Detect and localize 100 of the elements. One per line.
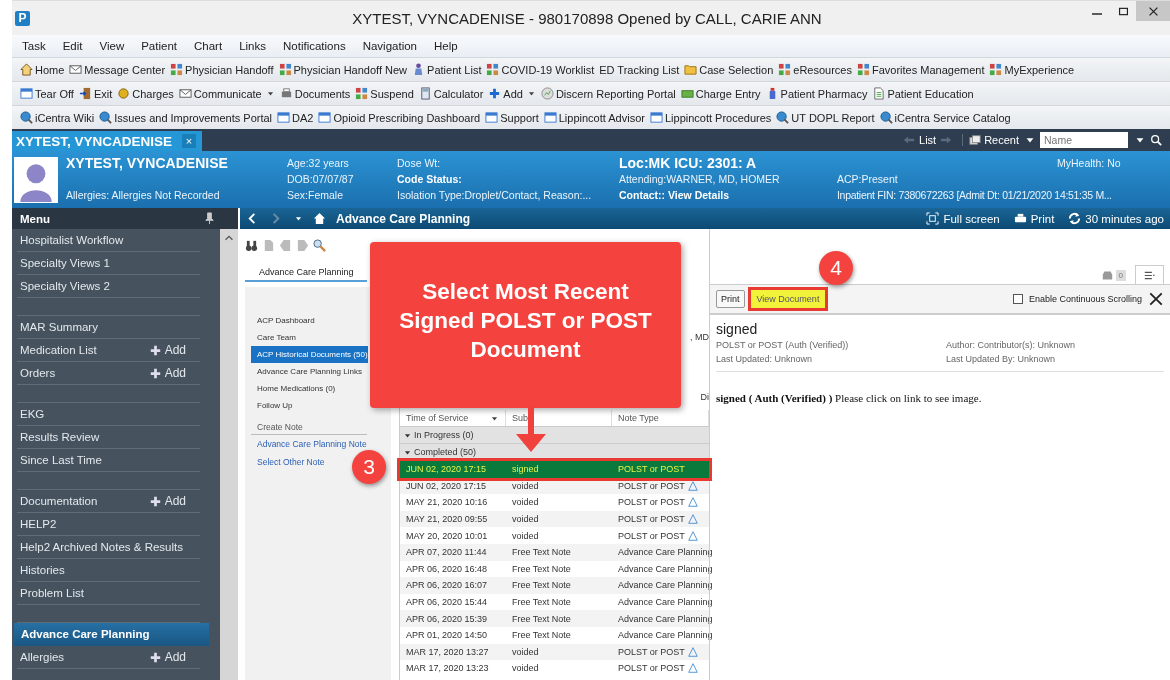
toolbar-button[interactable]: eResources — [778, 63, 852, 76]
add-button[interactable]: Add — [149, 494, 186, 508]
add-button[interactable]: Add — [149, 366, 186, 380]
toolbar-button[interactable]: Tear Off — [20, 87, 74, 100]
navigation-link[interactable]: ACP Dashboard — [251, 312, 315, 329]
column-header[interactable]: Time of Service — [400, 410, 506, 426]
contact-link[interactable]: Contact:: View Details — [619, 187, 837, 203]
scrollbar[interactable] — [220, 229, 238, 680]
toolbar-button[interactable]: DA2 — [277, 111, 314, 124]
menu-item[interactable]: Notifications — [283, 40, 346, 52]
view-document-button[interactable]: View Document — [750, 290, 826, 308]
toolbar-button[interactable]: Calculator — [418, 87, 484, 100]
menu-item[interactable]: MAR Summary — [17, 316, 200, 339]
toolbar-button[interactable]: MyExperience — [989, 63, 1075, 76]
inbox-tab[interactable]: 0 — [1098, 266, 1129, 284]
menu-item[interactable]: Edit — [62, 40, 83, 52]
toolbar-button[interactable]: Documents — [279, 87, 351, 100]
toolbar-button[interactable]: Patient Pharmacy — [765, 87, 868, 100]
toolbar-button[interactable]: Communicate — [178, 87, 275, 100]
table-cell-text: signed — [511, 464, 540, 475]
toolbar-button[interactable]: Patient List — [412, 63, 482, 76]
toolbar-button[interactable]: Lippincott Procedures — [649, 111, 772, 124]
toolbar-button[interactable]: Patient Education — [872, 87, 974, 100]
toolbar-button[interactable]: Suspend — [355, 87, 414, 100]
toolbar-button[interactable]: Issues and Improvements Portal — [99, 111, 273, 124]
tool-button[interactable] — [313, 237, 326, 253]
close-tab-button[interactable]: × — [182, 134, 197, 148]
patient-tab[interactable]: XYTEST, VYNCADENISE × — [12, 131, 203, 151]
checkbox[interactable] — [1012, 294, 1023, 304]
menu-item[interactable]: HELP2 — [17, 513, 200, 536]
menu-item[interactable]: Specialty Views 1 — [17, 252, 200, 275]
header-action-button[interactable]: Print — [1013, 212, 1055, 225]
menu-item[interactable]: Chart — [194, 40, 223, 52]
navigation-link[interactable]: Care Team — [251, 329, 296, 346]
menu-item[interactable]: Results Review — [17, 426, 200, 449]
pin-icon — [203, 212, 216, 225]
menu-item[interactable]: Advance Care Planning — [14, 623, 209, 646]
create-note-link[interactable]: Select Other Note — [251, 453, 325, 471]
printer-icon — [1013, 212, 1027, 225]
window-icon — [649, 111, 663, 124]
header-action-button[interactable]: Full screen — [926, 212, 1000, 225]
menu-item[interactable]: Orders Add — [17, 362, 200, 385]
add-button[interactable]: Add — [149, 650, 186, 664]
grid-icon — [778, 63, 792, 76]
menu-item[interactable]: Documentation Add — [17, 490, 200, 513]
menu-item[interactable]: Problem List — [17, 582, 200, 605]
menu-item[interactable]: Medication List Add — [17, 339, 200, 362]
toolbar-button[interactable]: Charge Entry — [680, 87, 761, 100]
menu-item[interactable]: Task — [22, 40, 46, 52]
toolbar-button[interactable]: Opioid Prescribing Dashboard — [318, 111, 481, 124]
group-row[interactable]: In Progress (0) — [400, 427, 709, 444]
toolbar-button[interactable]: iCentra Service Catalog — [879, 111, 1011, 124]
toolbar-button[interactable]: COVID-19 Worklist — [486, 63, 595, 76]
column-header[interactable]: Note Type — [612, 410, 709, 426]
toolbar-button[interactable]: Exit — [78, 87, 113, 100]
home-button[interactable] — [313, 212, 326, 225]
toolbar-button[interactable]: Support — [485, 111, 539, 124]
toolbar-button[interactable]: Add — [488, 87, 536, 100]
header-action-button[interactable]: 30 minutes ago — [1068, 212, 1164, 225]
list-link[interactable]: List — [919, 134, 937, 146]
navigation-link[interactable]: Advance Care Planning Links — [251, 363, 362, 380]
toolbar-button[interactable]: ED Tracking List — [599, 63, 680, 76]
toolbar-button[interactable]: Favorites Management — [857, 63, 985, 76]
toolbar-button[interactable]: Lippincott Advisor — [543, 111, 645, 124]
navigation-link[interactable]: Follow Up — [251, 397, 293, 414]
menu-item[interactable]: Navigation — [362, 40, 417, 52]
toolbar-button[interactable]: Physician Handoff — [170, 63, 274, 76]
create-note-link[interactable]: Advance Care Planning Note — [251, 435, 367, 453]
menu-item[interactable]: Help — [434, 40, 458, 52]
table-row[interactable]: JUN 02, 2020 17:15 signed POLST or POST — [400, 461, 709, 478]
toolbar-button[interactable]: Physician Handoff New — [278, 63, 408, 76]
menu-item[interactable]: Specialty Views 2 — [17, 275, 200, 298]
toolbar-button[interactable]: UT DOPL Report — [776, 111, 875, 124]
toolbar-button[interactable]: Message Center — [69, 63, 166, 76]
menu-item[interactable]: Allergies Add — [17, 646, 200, 669]
menu-item[interactable]: Patient — [141, 40, 177, 52]
toolbar-button[interactable]: Discern Reporting Portal — [540, 87, 676, 100]
menu-item[interactable]: Hospitalist Workflow — [17, 229, 200, 252]
navigation-link[interactable]: ACP Historical Documents (50) — [251, 346, 368, 363]
print-button[interactable]: Print — [716, 290, 745, 308]
menu-item[interactable]: EKG — [17, 403, 200, 426]
toolbar-button[interactable]: Charges — [117, 87, 174, 100]
menu-item[interactable]: Histories — [17, 559, 200, 582]
navigation-link[interactable]: Home Medications (0) — [251, 380, 336, 397]
menu-item[interactable]: Since Last Time — [17, 449, 200, 472]
menu-item[interactable]: Links — [239, 40, 266, 52]
toolbar-button[interactable]: iCentra Wiki — [20, 111, 95, 124]
recent-button[interactable]: Recent — [962, 134, 1036, 146]
toolbar-button[interactable]: Home — [20, 63, 65, 76]
add-button[interactable]: Add — [149, 343, 186, 357]
calculator-icon — [418, 87, 432, 100]
menu-item[interactable]: Help2 Archived Notes & Results — [17, 536, 200, 559]
list-toolbar-button[interactable]: Di — [700, 392, 709, 402]
table-cell: POLST or POST — [618, 514, 685, 525]
toolbar-button[interactable]: Case Selection — [684, 63, 774, 76]
close-button[interactable] — [1148, 291, 1164, 307]
menu-tab[interactable] — [1135, 265, 1164, 284]
section-tab[interactable]: Advance Care Planning — [245, 267, 367, 282]
name-search-field[interactable]: Name — [1040, 132, 1128, 148]
menu-item[interactable]: View — [99, 40, 125, 52]
